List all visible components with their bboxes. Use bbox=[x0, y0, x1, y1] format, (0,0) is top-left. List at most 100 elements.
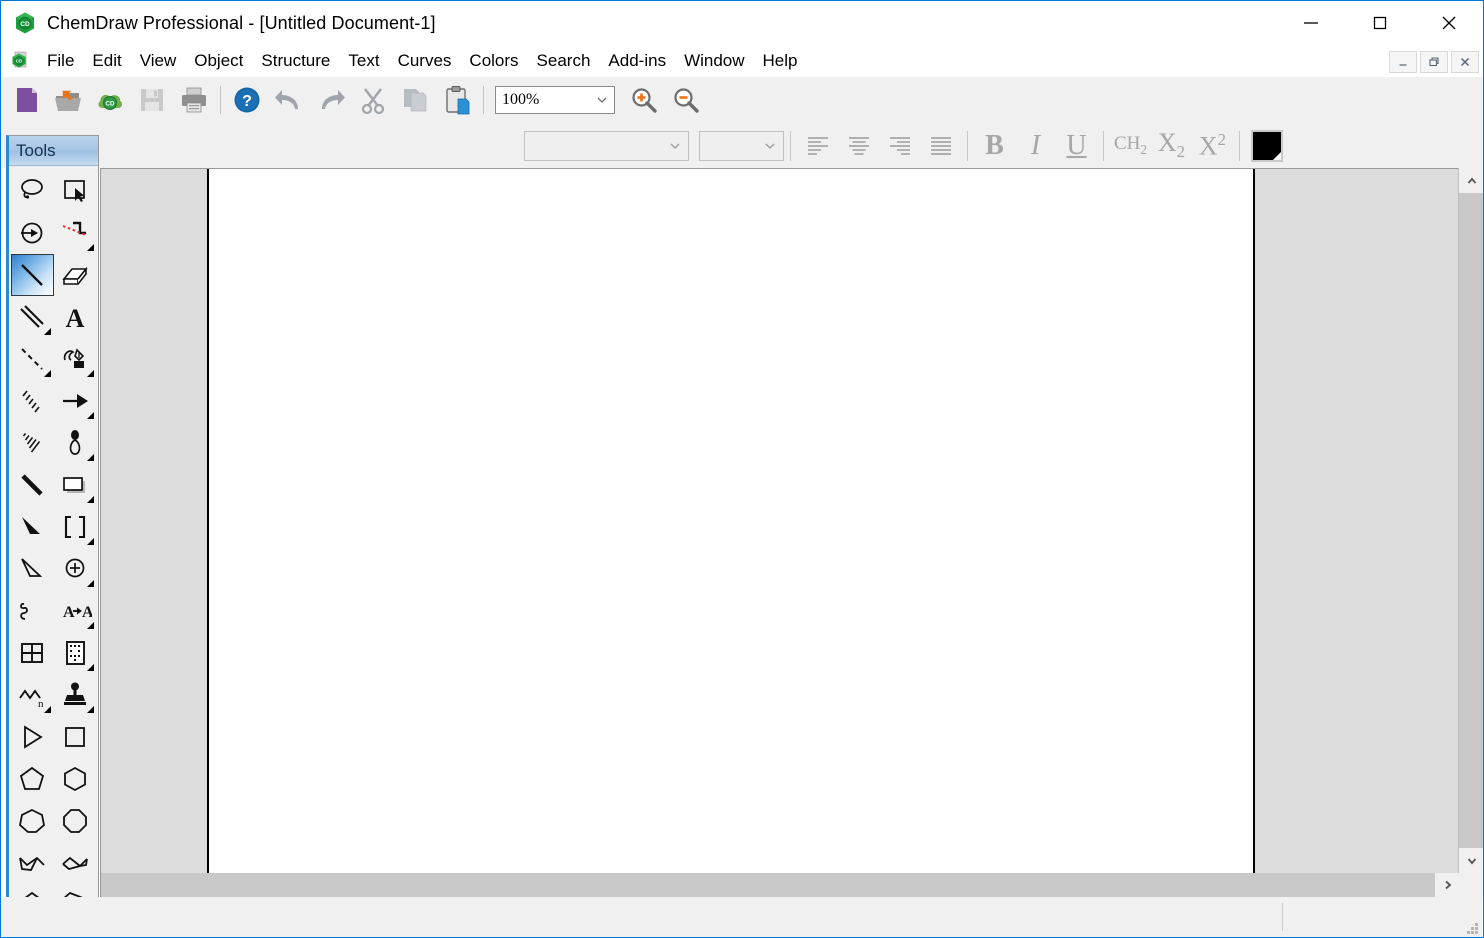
dashed-bond-tool[interactable] bbox=[11, 338, 54, 380]
cyclohexane-ring-tool[interactable] bbox=[54, 758, 97, 800]
solid-bond-tool[interactable] bbox=[10, 254, 54, 296]
table-tool[interactable] bbox=[11, 632, 54, 674]
align-left-button[interactable] bbox=[797, 125, 838, 166]
chain-tool[interactable]: n bbox=[11, 674, 54, 716]
dropdown-corner-icon[interactable] bbox=[86, 622, 94, 629]
redo-button[interactable] bbox=[310, 79, 352, 121]
mdi-close-button[interactable] bbox=[1451, 51, 1479, 73]
document-page[interactable] bbox=[207, 169, 1255, 873]
bold-button[interactable]: B bbox=[974, 125, 1015, 166]
dropdown-corner-icon[interactable] bbox=[86, 244, 94, 251]
menu-item-window[interactable]: Window bbox=[675, 48, 753, 74]
zoom-value[interactable]: 100% bbox=[496, 91, 590, 109]
font-size-combobox[interactable] bbox=[699, 130, 784, 161]
document-canvas-area[interactable] bbox=[100, 168, 1460, 873]
text-tool[interactable]: A bbox=[54, 296, 97, 338]
dropdown-corner-icon[interactable] bbox=[86, 706, 94, 713]
horizontal-scrollbar[interactable] bbox=[100, 873, 1460, 897]
bracket-tool[interactable] bbox=[54, 506, 97, 548]
menu-item-structure[interactable]: Structure bbox=[252, 48, 339, 74]
dropdown-corner-icon[interactable] bbox=[86, 454, 94, 461]
open-document-button[interactable] bbox=[47, 79, 89, 121]
menu-item-search[interactable]: Search bbox=[528, 48, 600, 74]
orbital-tool[interactable] bbox=[54, 422, 97, 464]
mdi-minimize-button[interactable] bbox=[1389, 51, 1417, 73]
color-swatch[interactable] bbox=[1250, 129, 1283, 162]
bold-bond-tool[interactable] bbox=[11, 464, 54, 506]
align-right-button[interactable] bbox=[879, 125, 920, 166]
dropdown-corner-icon[interactable] bbox=[86, 664, 94, 671]
italic-button[interactable]: I bbox=[1015, 125, 1056, 166]
multiple-bond-tool[interactable] bbox=[11, 296, 54, 338]
arrow-tool[interactable] bbox=[54, 380, 97, 422]
chemdraw-cloud-button[interactable]: CD bbox=[89, 79, 131, 121]
zoom-in-button[interactable] bbox=[623, 79, 665, 121]
formula-button[interactable]: CH2 bbox=[1110, 125, 1151, 166]
cyclobutane-ring-tool[interactable] bbox=[54, 716, 97, 758]
cyclooctane-ring-tool[interactable] bbox=[54, 800, 97, 842]
menu-item-curves[interactable]: Curves bbox=[389, 48, 461, 74]
dropdown-corner-icon[interactable] bbox=[43, 328, 51, 335]
undo-button[interactable] bbox=[268, 79, 310, 121]
text-color-button[interactable] bbox=[1246, 125, 1287, 166]
dropdown-corner-icon[interactable] bbox=[86, 580, 94, 587]
horizontal-scrollbar-thumb[interactable] bbox=[101, 873, 1436, 897]
menu-item-view[interactable]: View bbox=[131, 48, 186, 74]
cyclopentadiene-tool[interactable] bbox=[11, 842, 54, 884]
lasso-select-tool[interactable] bbox=[11, 170, 54, 212]
dropdown-corner-icon[interactable] bbox=[86, 538, 94, 545]
superscript-button[interactable]: X2 bbox=[1192, 125, 1233, 166]
close-button[interactable] bbox=[1414, 1, 1483, 45]
mdi-restore-button[interactable] bbox=[1420, 51, 1448, 73]
maximize-button[interactable] bbox=[1345, 1, 1414, 45]
print-button[interactable] bbox=[173, 79, 215, 121]
help-button[interactable]: ? bbox=[226, 79, 268, 121]
charge-tool[interactable] bbox=[54, 548, 97, 590]
minimize-button[interactable] bbox=[1276, 1, 1345, 45]
scroll-up-button[interactable] bbox=[1459, 168, 1483, 193]
cyclohexadiene-tool[interactable] bbox=[54, 842, 97, 884]
name-to-structure-tool[interactable]: A A bbox=[54, 590, 97, 632]
cycloheptane-ring-tool[interactable] bbox=[11, 800, 54, 842]
dropdown-corner-icon[interactable] bbox=[86, 496, 94, 503]
menu-item-help[interactable]: Help bbox=[754, 48, 807, 74]
new-document-button[interactable] bbox=[5, 79, 47, 121]
align-center-button[interactable] bbox=[838, 125, 879, 166]
underline-button[interactable]: U bbox=[1056, 125, 1097, 166]
paste-button[interactable] bbox=[436, 79, 478, 121]
cyclopentane-ring-tool[interactable] bbox=[11, 758, 54, 800]
cut-button[interactable] bbox=[352, 79, 394, 121]
acyclic-chain-tool[interactable] bbox=[11, 716, 54, 758]
template-tool[interactable] bbox=[54, 632, 97, 674]
dropdown-corner-icon[interactable] bbox=[43, 370, 51, 377]
font-name-combobox[interactable] bbox=[524, 130, 689, 161]
subscript-button[interactable]: X2 bbox=[1151, 125, 1192, 166]
scroll-right-button[interactable] bbox=[1435, 873, 1460, 897]
align-justify-button[interactable] bbox=[920, 125, 961, 166]
scroll-down-button[interactable] bbox=[1459, 848, 1483, 873]
dropdown-corner-icon[interactable] bbox=[86, 412, 94, 419]
menu-item-colors[interactable]: Colors bbox=[460, 48, 527, 74]
copy-button[interactable] bbox=[394, 79, 436, 121]
menu-item-object[interactable]: Object bbox=[185, 48, 252, 74]
zoom-out-button[interactable] bbox=[665, 79, 707, 121]
marquee-select-tool[interactable] bbox=[54, 170, 97, 212]
resize-grip-icon[interactable] bbox=[1464, 920, 1478, 934]
pen-tool[interactable] bbox=[54, 338, 97, 380]
menu-item-file[interactable]: File bbox=[38, 48, 83, 74]
hollow-wedge-bond-tool[interactable] bbox=[11, 548, 54, 590]
hashed-bond-tool[interactable] bbox=[11, 380, 54, 422]
wedged-bond-tool[interactable] bbox=[11, 506, 54, 548]
menu-item-addins[interactable]: Add-ins bbox=[599, 48, 675, 74]
vertical-scrollbar[interactable] bbox=[1458, 168, 1483, 873]
chevron-down-icon[interactable] bbox=[662, 132, 688, 160]
drawing-frame-tool[interactable] bbox=[54, 464, 97, 506]
stamp-tool[interactable] bbox=[54, 674, 97, 716]
eraser-tool[interactable] bbox=[54, 254, 97, 296]
chevron-down-icon[interactable] bbox=[590, 87, 614, 113]
save-button[interactable] bbox=[131, 79, 173, 121]
structure-perspective-tool[interactable] bbox=[11, 212, 54, 254]
zoom-combobox[interactable]: 100% bbox=[495, 86, 615, 114]
wavy-bond-tool[interactable] bbox=[11, 590, 54, 632]
menu-item-edit[interactable]: Edit bbox=[83, 48, 130, 74]
